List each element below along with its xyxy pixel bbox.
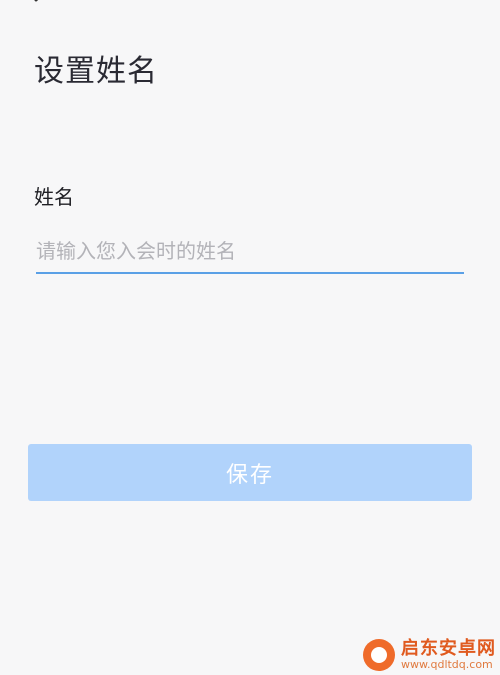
page-title: 设置姓名 [34,54,158,89]
watermark: 启东安卓网 www.qdltdq.com [363,639,496,671]
name-input[interactable] [36,234,464,274]
watermark-text: 启东安卓网 www.qdltdq.com [401,637,496,671]
name-field-label: 姓名 [34,185,74,209]
watermark-url: www.qdltdq.com [401,657,493,671]
save-button[interactable]: 保存 [28,444,472,501]
set-name-screen: 设置姓名 姓名 保存 启东安卓网 www.qdltdq.com [0,0,500,675]
watermark-logo-icon [363,639,395,671]
watermark-name: 启东安卓网 [401,637,496,659]
chevron-left-icon [34,0,39,2]
back-button[interactable] [26,0,60,16]
